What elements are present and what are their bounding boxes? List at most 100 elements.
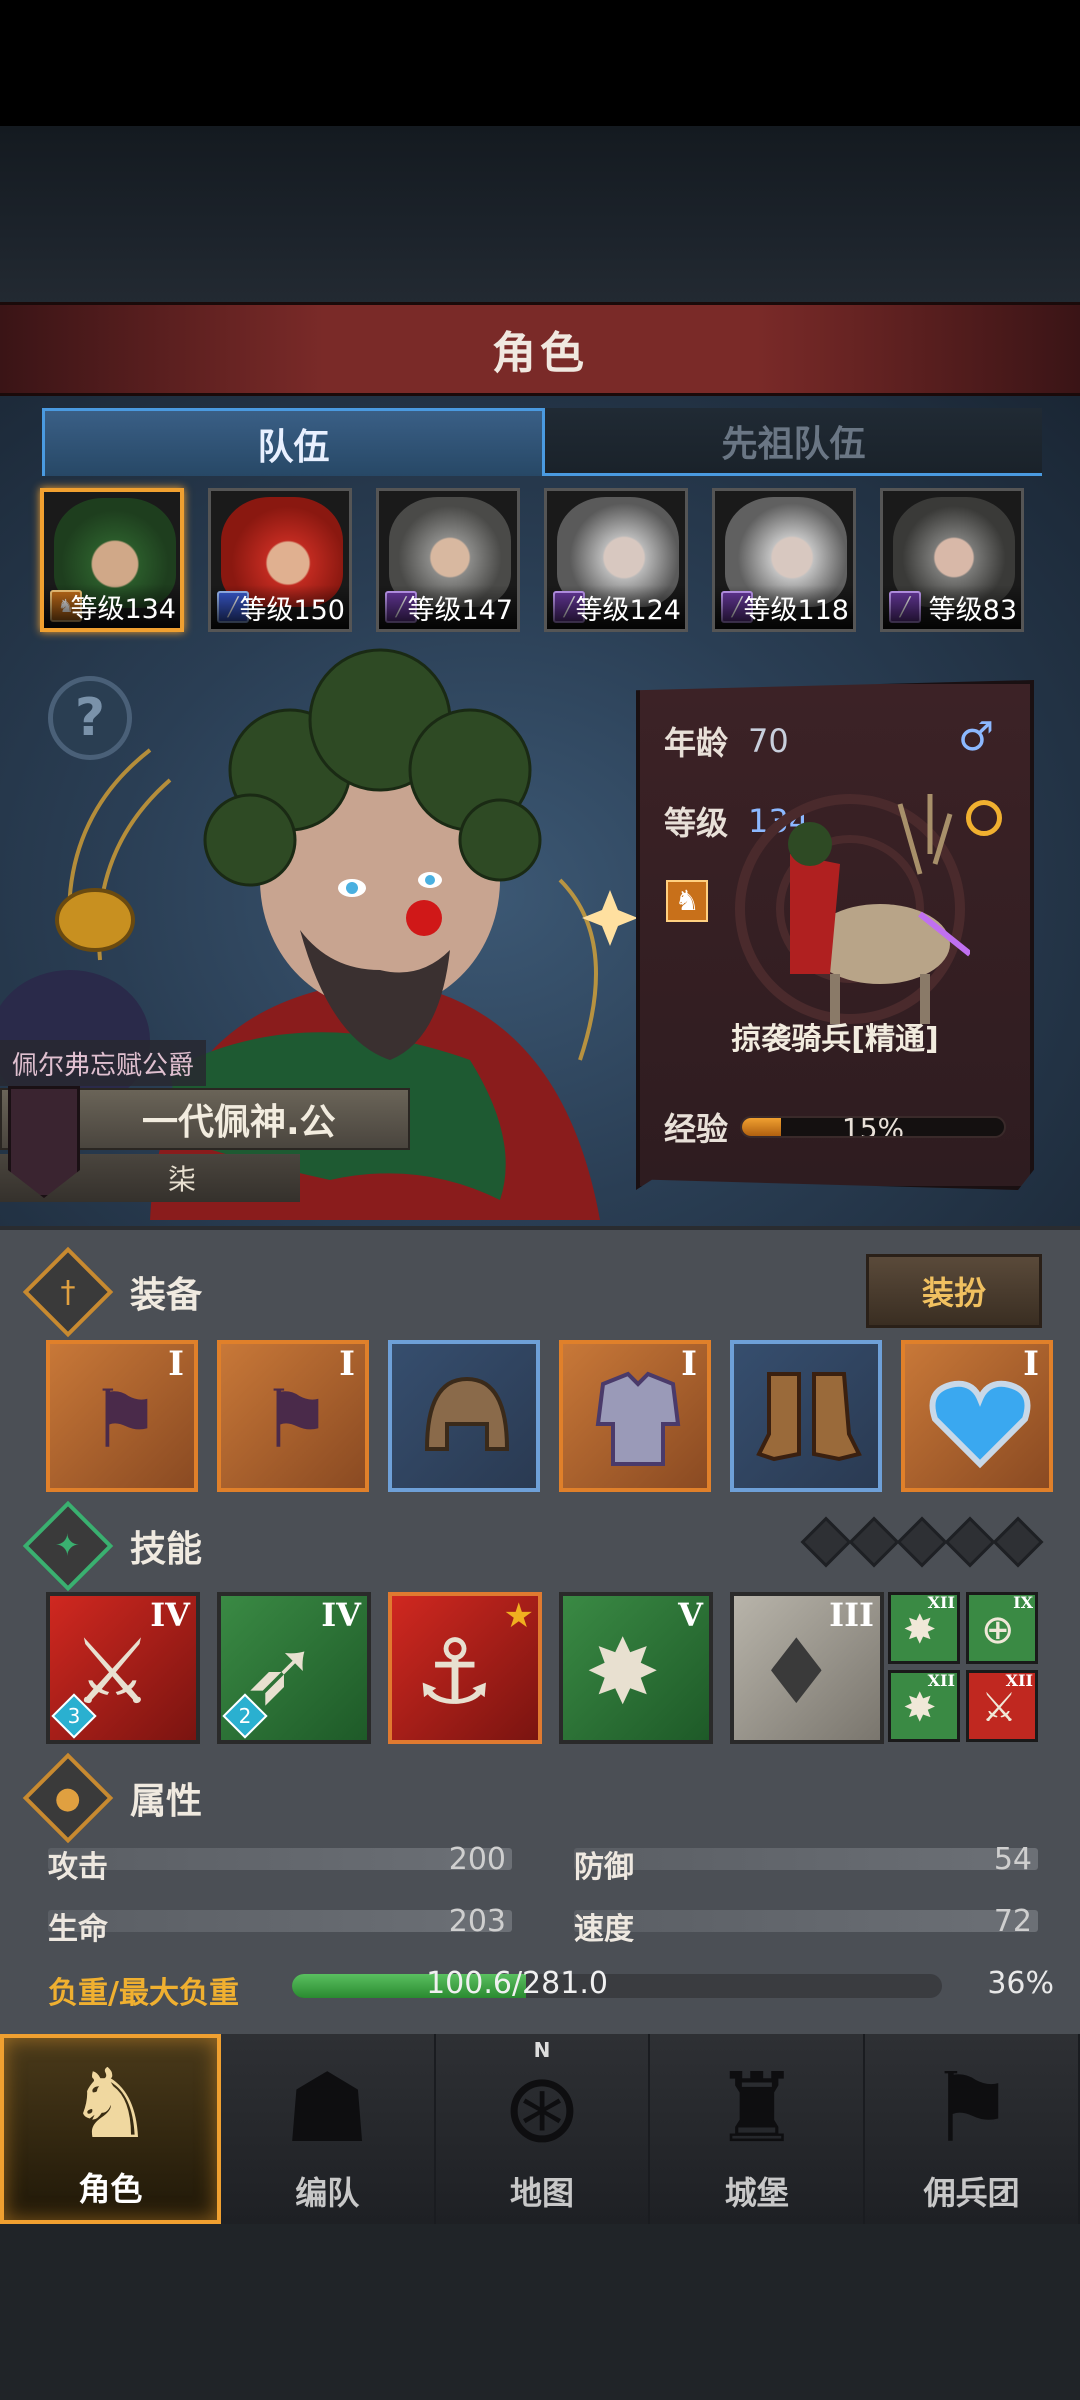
mini-skill-rank: XII — [927, 1593, 955, 1612]
bottom-nav: ♞ 角色 ☗ 编队 N ⊛ 地图 ♜ 城堡 ⚑ 佣兵团 — [0, 2034, 1080, 2224]
star-icon: ✦ — [22, 1500, 114, 1592]
hero-roster: ♞ 等级134 ╱ 等级150 ╱ 等级147 ╱ 等级124 ╱ 等级118 … — [40, 488, 1024, 632]
skill-slot-indicator — [848, 1516, 900, 1568]
exp-percent: 15% — [841, 1116, 905, 1138]
hero-level: 等级124 — [547, 585, 685, 629]
age-row: 年龄 70 — [664, 718, 789, 764]
hero-card[interactable]: ╱ 等级150 — [208, 488, 352, 632]
skill-slot[interactable]: ⚓ ★ — [388, 1592, 542, 1744]
character-nameplate: 佩尔弗忘赋公爵 一代佩神.公 柒 — [0, 1040, 420, 1210]
character-stats-card: 年龄 70 ♂ 等级 134 ♞ 掠袭骑兵[精通] 经验 15% — [636, 680, 1034, 1190]
knight-icon: ♞ — [67, 2048, 154, 2160]
attributes-header: ● 属性 — [22, 1752, 800, 1844]
load-percent: 36% — [987, 1966, 1054, 2001]
attack-label: 攻击 — [48, 1850, 108, 1885]
nav-label: 角色 — [78, 2170, 143, 2208]
target-icon: ⊕ — [981, 1607, 1015, 1653]
hero-level: 等级83 — [883, 585, 1021, 629]
burst-icon: ✸ — [903, 1607, 937, 1653]
burst-icon: ✸ — [903, 1685, 937, 1731]
hero-level: 等级150 — [211, 585, 349, 629]
nav-mercenary[interactable]: ⚑ 佣兵团 — [865, 2034, 1080, 2224]
equipment-slot[interactable]: ⚑ I — [217, 1340, 369, 1492]
dress-up-button[interactable]: 装扮 — [866, 1254, 1042, 1328]
skill-slot[interactable]: ✸ V — [559, 1592, 713, 1744]
mini-skill-slot[interactable]: ✸ XII — [888, 1670, 960, 1742]
skill-slot[interactable]: ⚔ IV 3 — [46, 1592, 200, 1744]
equipment-slot[interactable] — [388, 1340, 540, 1492]
hero-level: 等级147 — [379, 585, 517, 629]
equipment-slot[interactable]: I — [901, 1340, 1053, 1492]
hero-card[interactable]: ╱ 等级147 — [376, 488, 520, 632]
nav-map[interactable]: N ⊛ 地图 — [435, 2034, 651, 2224]
help-icon[interactable]: ? — [48, 676, 132, 760]
mini-skill-slot[interactable]: ⚔ XII — [966, 1670, 1038, 1742]
hero-card[interactable]: ♞ 等级134 — [40, 488, 184, 632]
armor-icon — [583, 1364, 693, 1474]
equipment-tier: I — [339, 1344, 355, 1384]
mini-skill-slot[interactable]: ✸ XII — [888, 1592, 960, 1664]
hero-card[interactable]: ╱ 等级83 — [880, 488, 1024, 632]
load-value: 100.6/281.0 — [426, 1966, 608, 2001]
hero-level: 等级134 — [44, 584, 180, 628]
equipment-header: † 装备 — [22, 1246, 800, 1338]
nav-label: 编队 — [295, 2174, 360, 2212]
tab-team[interactable]: 队伍 — [42, 408, 545, 476]
skill-slot[interactable]: ♦ III — [730, 1592, 884, 1744]
person-icon: ● — [22, 1752, 114, 1844]
sword-icon: † — [22, 1246, 114, 1338]
banner-bow-icon: ⚑ — [260, 1372, 332, 1466]
hero-level: 等级118 — [715, 585, 853, 629]
nav-label: 城堡 — [724, 2174, 789, 2212]
helmet-icon: ☗ — [284, 2052, 371, 2164]
skill-rank: V — [678, 1596, 703, 1634]
equipment-slot[interactable] — [730, 1340, 882, 1492]
hero-card[interactable]: ╱ 等级124 — [544, 488, 688, 632]
skill-rank: IV — [150, 1596, 190, 1634]
title-bar: 角色 — [0, 302, 1080, 396]
cavalry-class-icon: ♞ — [666, 880, 708, 922]
team-tabs: 队伍 先祖队伍 — [42, 408, 1042, 476]
helmet-icon — [412, 1364, 522, 1474]
mini-skill-slot[interactable]: ⊕ IX — [966, 1592, 1038, 1664]
age-value: 70 — [748, 722, 789, 760]
skill-count: 2 — [238, 1704, 252, 1728]
attack-value: 200 — [448, 1842, 506, 1877]
nav-character[interactable]: ♞ 角色 — [0, 2034, 221, 2224]
defense-value: 54 — [993, 1842, 1032, 1877]
skill-star: ★ — [503, 1596, 534, 1636]
heart-amulet-icon — [925, 1364, 1035, 1474]
nav-label: 佣兵团 — [923, 2174, 1020, 2212]
bottom-background — [0, 2224, 1080, 2400]
nav-formation[interactable]: ☗ 编队 — [220, 2034, 436, 2224]
defense-label: 防御 — [574, 1850, 634, 1885]
compass-letter: N — [533, 2038, 551, 2062]
banner-bow-icon: ⚑ — [89, 1372, 161, 1466]
equipment-slot[interactable]: I — [559, 1340, 711, 1492]
mini-skill-rank: XII — [1005, 1671, 1033, 1690]
load-label: 负重/最大负重 — [48, 1976, 239, 2011]
top-background — [0, 126, 1080, 306]
skill-slot-indicator — [992, 1516, 1044, 1568]
attributes-label: 属性 — [130, 1781, 203, 1822]
hook-icon: ⚓ — [414, 1620, 495, 1725]
hero-card[interactable]: ╱ 等级118 — [712, 488, 856, 632]
app-root: 角色 队伍 先祖队伍 ♞ 等级134 ╱ 等级150 ╱ 等级147 ╱ 等级1… — [0, 0, 1080, 2400]
skill-count: 3 — [67, 1704, 81, 1728]
equipment-tier: I — [168, 1344, 184, 1384]
tab-ancestor-team[interactable]: 先祖队伍 — [545, 408, 1042, 476]
nav-castle[interactable]: ♜ 城堡 — [650, 2034, 866, 2224]
crystal-icon: ♦ — [756, 1620, 837, 1725]
skill-rank: III — [829, 1596, 874, 1634]
exp-row: 经验 — [664, 1104, 728, 1150]
equipment-slot[interactable]: ⚑ I — [46, 1340, 198, 1492]
equipment-label: 装备 — [130, 1275, 203, 1316]
boots-icon — [754, 1364, 864, 1474]
skill-slot[interactable]: ➶ IV 2 — [217, 1592, 371, 1744]
skills-header: ✦ 技能 — [22, 1500, 800, 1592]
nav-label: 地图 — [509, 2174, 574, 2212]
castle-icon: ♜ — [713, 2052, 800, 2164]
exp-label: 经验 — [664, 1110, 729, 1148]
mini-skill-rank: IX — [1013, 1593, 1033, 1612]
ring-icon — [966, 800, 1002, 836]
